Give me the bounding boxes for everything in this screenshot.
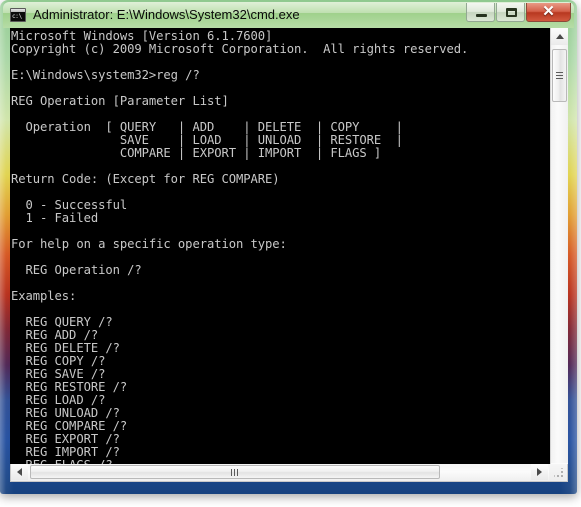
scrollbar-grip-icon <box>556 71 563 80</box>
scroll-right-button[interactable] <box>531 464 548 480</box>
horizontal-scrollbar[interactable] <box>10 464 568 482</box>
console-text: Microsoft Windows [Version 6.1.7600] Cop… <box>10 28 540 481</box>
scroll-left-button[interactable] <box>11 464 28 480</box>
horizontal-scrollbar-thumb[interactable] <box>30 465 440 479</box>
chevron-up-icon <box>555 34 564 39</box>
vertical-scrollbar-thumb[interactable] <box>552 49 567 102</box>
console-client-area: Microsoft Windows [Version 6.1.7600] Cop… <box>10 28 568 480</box>
maximize-icon <box>506 8 517 17</box>
window-resize-grip[interactable] <box>549 464 567 480</box>
command-prompt-window: c:\ Administrator: E:\Windows\System32\c… <box>0 0 577 494</box>
screenshot-root: c:\ Administrator: E:\Windows\System32\c… <box>0 0 581 507</box>
close-button[interactable]: ✕ <box>526 3 571 22</box>
cmd-icon-label: c:\ <box>12 13 22 20</box>
scrollbar-grip-icon <box>231 469 239 476</box>
cmd-icon: c:\ <box>10 8 26 22</box>
vertical-scrollbar[interactable] <box>550 28 568 480</box>
window-controls: ✕ <box>466 3 571 22</box>
minimize-button[interactable] <box>466 3 495 22</box>
chevron-left-icon <box>17 468 22 476</box>
title-bar[interactable]: c:\ Administrator: E:\Windows\System32\c… <box>3 2 574 28</box>
scroll-up-button[interactable] <box>551 28 568 45</box>
console-output[interactable]: Microsoft Windows [Version 6.1.7600] Cop… <box>10 28 540 480</box>
maximize-button[interactable] <box>496 3 525 22</box>
chevron-right-icon <box>537 468 542 476</box>
close-icon: ✕ <box>542 3 555 20</box>
window-title: Administrator: E:\Windows\System32\cmd.e… <box>33 7 300 22</box>
minimize-icon <box>476 14 487 17</box>
